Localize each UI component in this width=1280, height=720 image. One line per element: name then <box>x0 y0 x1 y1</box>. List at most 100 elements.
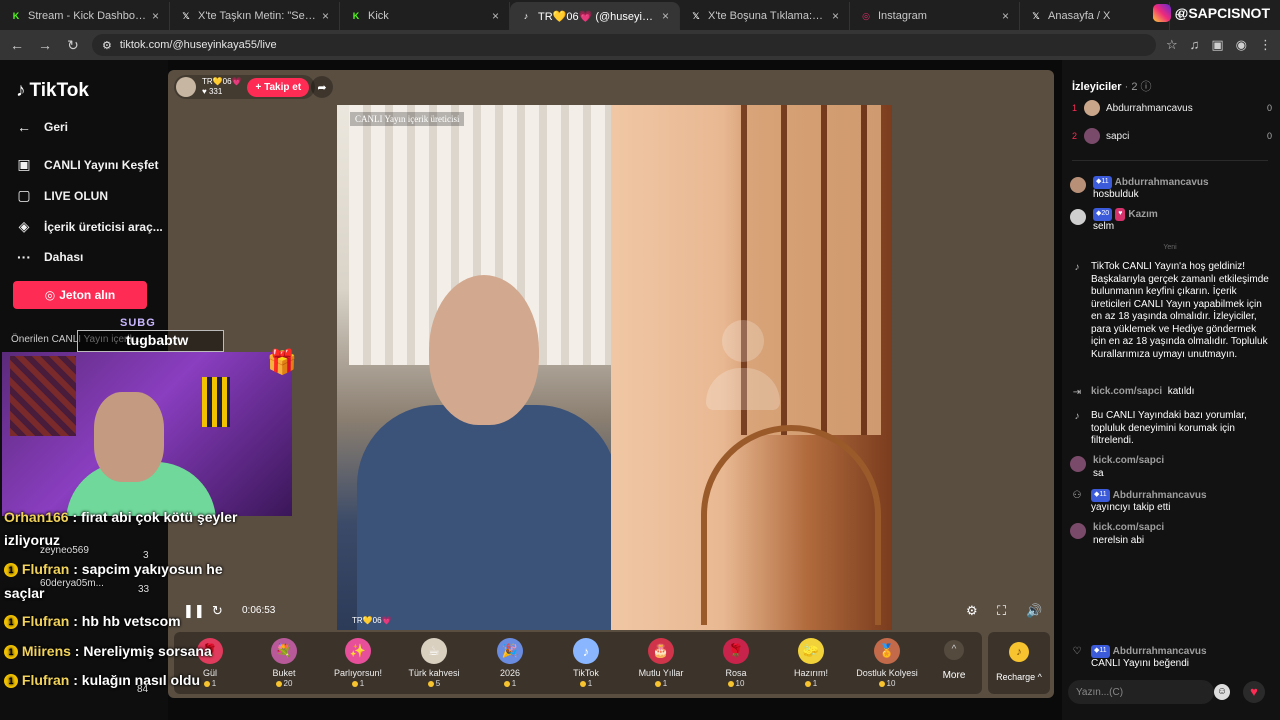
camera-icon: ▢ <box>17 187 31 203</box>
gift-item[interactable]: ☕ Türk kahvesi 5 <box>398 638 470 688</box>
extensions-icon[interactable]: ▣ <box>1211 37 1223 53</box>
chat-panel: İzleyiciler · 2 ⓘ 1 Abdurrahmancavus 0 2… <box>1062 60 1280 720</box>
menu-kebab-icon[interactable]: ⋮ <box>1259 37 1272 53</box>
sub-badge-icon: 1 <box>4 615 18 630</box>
host-avatar[interactable] <box>176 77 196 97</box>
refresh-icon[interactable]: ↻ <box>212 603 223 619</box>
tiktok-logo[interactable]: ♪ TikTok <box>16 80 89 102</box>
url-text: tiktok.com/@huseyinkaya55/live <box>119 39 277 51</box>
join-icon: ⇥ <box>1072 387 1082 398</box>
close-icon[interactable]: × <box>322 9 329 23</box>
gift-item[interactable]: 🎂 Mutlu Yıllar 1 <box>625 638 697 688</box>
instagram-icon <box>1152 4 1171 22</box>
gift-icon: 🎂 <box>648 638 674 664</box>
chat-message: ♪ TikTok CANLI Yayın'a hoş geldiniz! Başk… <box>1070 261 1272 361</box>
overlay-username-box: tugbabtw <box>77 330 224 352</box>
viewer-row[interactable]: 1 Abdurrahmancavus 0 <box>1072 100 1272 116</box>
overlay-chat-line: 1 Flufran : sapcim yakıyosun he <box>4 561 223 578</box>
follow-button[interactable]: + Takip et <box>247 77 310 97</box>
x-icon: 𝕏 <box>692 10 700 21</box>
wall-poster <box>10 356 76 436</box>
gift-item[interactable]: 🎉 2026 1 <box>474 638 546 688</box>
more-gifts-button[interactable]: ^ More <box>934 640 974 681</box>
close-icon[interactable]: × <box>832 9 839 23</box>
reload-icon[interactable]: ↻ <box>64 37 82 54</box>
gift-icon: 💐 <box>271 638 297 664</box>
gift-bar: 🌹 Gül 1 💐 Buket 20 ✨ Parlıyorsun! 1 ☕ Türk kahvesi… <box>174 632 982 694</box>
streamer-face <box>94 392 164 482</box>
tab-4[interactable]: 𝕏X'te Boşuna Tıklama: "Orkun Iş× <box>680 2 850 30</box>
share-icon[interactable]: ➦ <box>311 76 333 98</box>
pause-icon[interactable]: ❚❚ <box>183 603 205 619</box>
volume-icon[interactable]: 🔊 <box>1026 603 1042 619</box>
close-icon[interactable]: × <box>152 9 159 23</box>
avatar[interactable] <box>1070 456 1086 472</box>
coin-icon <box>654 680 661 687</box>
chair <box>701 425 881 625</box>
url-field[interactable]: ⚙ tiktok.com/@huseyinkaya55/live <box>92 34 1156 56</box>
gift-item[interactable]: ♪ TikTok 1 <box>550 638 622 688</box>
viewer-row[interactable]: 2 sapci 0 <box>1072 128 1272 144</box>
gift-item[interactable]: 🧽 Hazırım! 1 <box>775 638 847 688</box>
host-name: TR💛06💗 <box>202 77 242 86</box>
back-button[interactable]: ← Geri <box>16 119 68 135</box>
coin-icon <box>579 680 586 687</box>
gift-item[interactable]: ✨ Parlıyorsun! 1 <box>322 638 394 688</box>
tab-0[interactable]: K Stream - Kick Dashboard × <box>0 2 170 30</box>
coin-icon <box>727 680 734 687</box>
site-settings-icon[interactable]: ⚙ <box>102 39 112 52</box>
close-icon[interactable]: × <box>662 9 669 23</box>
overlay-chat-line: 1 Flufran : hb hb vetscom <box>4 613 181 630</box>
avatar[interactable] <box>1070 209 1086 225</box>
sidebar-item-go-live[interactable]: ▢ LIVE OLUN <box>16 187 108 204</box>
like-heart-icon[interactable]: ♥ <box>1243 681 1265 703</box>
avatar <box>1084 128 1100 144</box>
tab-2[interactable]: K Kick × <box>340 2 510 30</box>
sidebar-item-explore-live[interactable]: ▣ CANLI Yayını Keşfet <box>16 156 158 173</box>
media-icon[interactable]: ♫ <box>1190 37 1200 53</box>
fullscreen-icon[interactable]: ⛶ <box>997 603 1006 619</box>
sidebar-item-creator-tools[interactable]: ◈ İçerik üreticisi araç... <box>16 218 163 235</box>
avatar[interactable] <box>1070 523 1086 539</box>
host-face <box>429 275 539 425</box>
chevron-up-icon: ^ <box>944 640 964 660</box>
coin-icon <box>275 680 282 687</box>
get-coins-button[interactable]: ◎ Jeton alın <box>13 281 147 309</box>
coin-icon <box>203 680 210 687</box>
chat-message: ◆20 ♥ Kazım selm <box>1070 208 1272 234</box>
tab-3[interactable]: ♪TR💛06💗 (@huseyinkaya5× <box>510 2 680 30</box>
instagram-icon: ◎ <box>862 10 870 21</box>
heart-outline-icon: ♡ <box>1072 646 1082 657</box>
bookmark-star-icon[interactable]: ☆ <box>1166 37 1178 53</box>
chat-input[interactable]: Yazın...(C) <box>1068 680 1214 704</box>
profile-icon[interactable]: ◉ <box>1236 37 1247 53</box>
gift-item[interactable]: 🌹 Rosa 10 <box>700 638 772 688</box>
settings-gear-icon[interactable]: ⚙ <box>966 603 978 619</box>
emoji-icon[interactable]: ☺ <box>1214 684 1230 700</box>
close-icon[interactable]: × <box>1002 9 1009 23</box>
host-info[interactable]: TR💛06💗 ♥ 331 <box>202 77 241 97</box>
tab-1[interactable]: 𝕏X'te Taşkın Metin: "Sevgili Galat× <box>170 2 340 30</box>
level-badge: ◆11 <box>1093 176 1112 189</box>
live-tv-icon: ▣ <box>17 156 31 172</box>
viewers-heading[interactable]: İzleyiciler · 2 ⓘ <box>1072 78 1152 94</box>
info-icon[interactable]: ⓘ <box>1141 81 1152 93</box>
sub-badge-icon: 1 <box>4 674 18 689</box>
gift-box-icon: 🎁 <box>267 349 297 376</box>
more-dots-icon: ··· <box>17 249 31 265</box>
gift-icon: 🧽 <box>798 638 824 664</box>
gift-item[interactable]: 💐 Buket 20 <box>248 638 320 688</box>
sidebar-item-more[interactable]: ··· Dahası <box>16 249 83 265</box>
brand-handle: @SAPCISNOT <box>1174 5 1270 21</box>
sub-badge-icon: 1 <box>4 563 18 578</box>
recharge-button[interactable]: ♪ Recharge ^ <box>988 632 1050 694</box>
chat-message: ⚇ ◆11 Abdurrahmancavus yayıncıyı takip etti <box>1070 489 1272 515</box>
overlay-chat-line: Orhan166 : firat abi çok kötü şeyler <box>4 509 238 525</box>
close-icon[interactable]: × <box>492 9 499 23</box>
tab-6[interactable]: 𝕏Anasayfa / X× <box>1020 2 1170 30</box>
back-arrow-icon[interactable]: ← <box>8 37 26 53</box>
forward-arrow-icon[interactable]: → <box>36 37 54 53</box>
gift-item[interactable]: 🏅 Dostluk Kolyesi 10 <box>851 638 923 688</box>
avatar[interactable] <box>1070 177 1086 193</box>
tab-5[interactable]: ◎ Instagram × <box>850 2 1020 30</box>
